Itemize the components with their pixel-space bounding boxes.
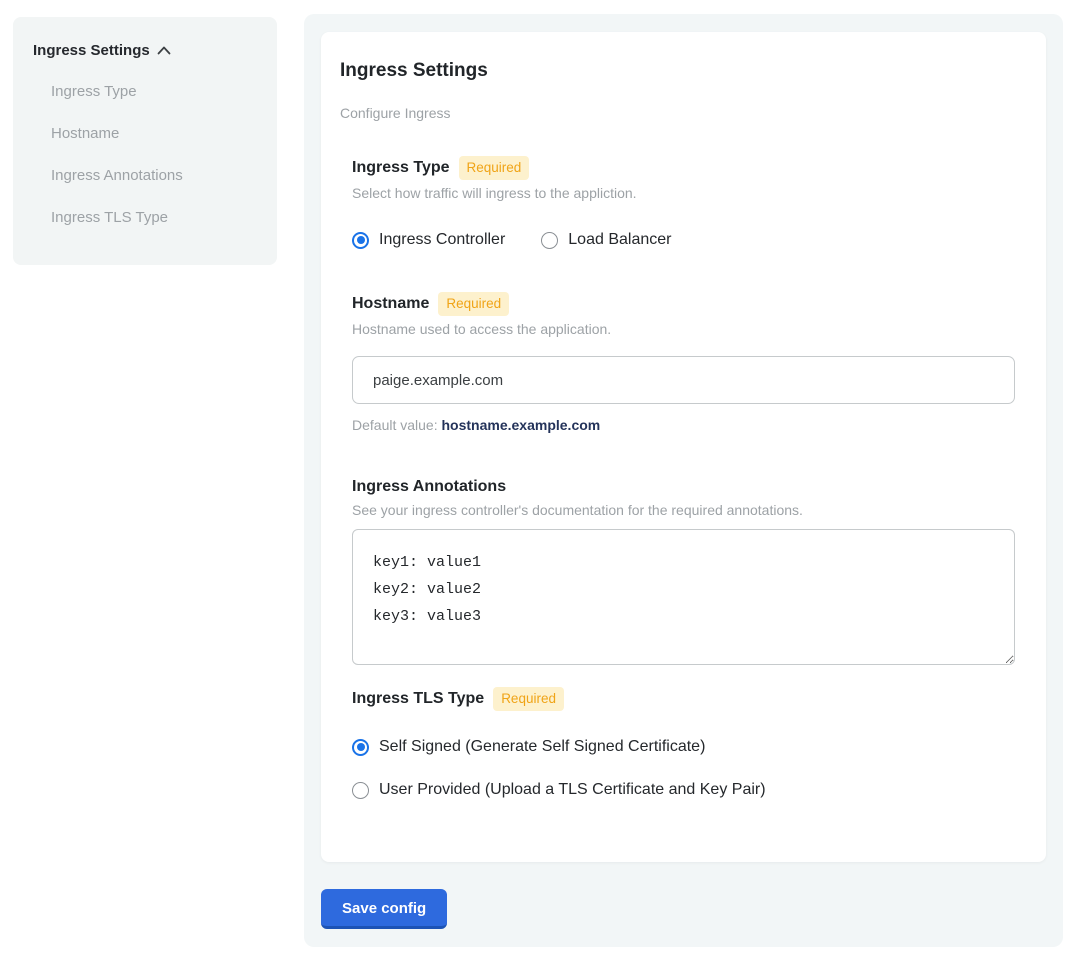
ingress-annotations-label: Ingress Annotations (352, 477, 506, 497)
radio-label: Load Balancer (568, 230, 671, 250)
sidebar-item-list: Ingress Type Hostname Ingress Annotation… (33, 83, 257, 227)
settings-sidebar: Ingress Settings Ingress Type Hostname I… (13, 17, 277, 265)
radio-label: User Provided (Upload a TLS Certificate … (379, 780, 766, 800)
ingress-annotations-textarea[interactable]: key1: value1 key2: value2 key3: value3 (352, 529, 1015, 665)
load-balancer-radio[interactable] (541, 232, 558, 249)
ingress-settings-card: Ingress Settings Configure Ingress Ingre… (321, 32, 1046, 862)
ingress-annotations-description: See your ingress controller's documentat… (352, 501, 1015, 519)
sidebar-item-ingress-annotations[interactable]: Ingress Annotations (33, 167, 257, 185)
save-config-button[interactable]: Save config (321, 889, 447, 929)
radio-option-self-signed[interactable]: Self Signed (Generate Self Signed Certif… (352, 737, 1015, 757)
default-value-link[interactable]: hostname.example.com (442, 417, 601, 433)
ingress-tls-type-label: Ingress TLS Type (352, 689, 484, 709)
radio-option-user-provided[interactable]: User Provided (Upload a TLS Certificate … (352, 780, 1015, 800)
user-provided-radio[interactable] (352, 782, 369, 799)
section-ingress-tls-type: Ingress TLS Type Required Self Signed (G… (352, 687, 1015, 800)
ingress-type-label: Ingress Type (352, 158, 450, 178)
radio-option-load-balancer[interactable]: Load Balancer (541, 230, 671, 250)
required-badge: Required (438, 292, 509, 316)
ingress-controller-radio[interactable] (352, 232, 369, 249)
section-ingress-type: Ingress Type Required Select how traffic… (352, 156, 1015, 250)
radio-option-ingress-controller[interactable]: Ingress Controller (352, 230, 505, 250)
sidebar-item-ingress-tls-type[interactable]: Ingress TLS Type (33, 209, 257, 227)
hostname-label: Hostname (352, 294, 429, 314)
sidebar-item-ingress-type[interactable]: Ingress Type (33, 83, 257, 101)
default-value-prefix: Default value: (352, 417, 442, 433)
sidebar-group-ingress-settings[interactable]: Ingress Settings (33, 42, 257, 59)
sidebar-item-hostname[interactable]: Hostname (33, 125, 257, 143)
hostname-input[interactable] (352, 356, 1015, 404)
radio-label: Self Signed (Generate Self Signed Certif… (379, 737, 705, 757)
ingress-settings-panel: Ingress Settings Configure Ingress Ingre… (304, 14, 1063, 947)
page-subtitle: Configure Ingress (340, 104, 1015, 122)
section-ingress-annotations: Ingress Annotations See your ingress con… (352, 477, 1015, 665)
required-badge: Required (459, 156, 530, 180)
ingress-type-radio-group: Ingress Controller Load Balancer (352, 230, 1015, 250)
required-badge: Required (493, 687, 564, 711)
ingress-type-description: Select how traffic will ingress to the a… (352, 184, 1015, 202)
hostname-description: Hostname used to access the application. (352, 320, 1015, 338)
self-signed-radio[interactable] (352, 739, 369, 756)
section-hostname: Hostname Required Hostname used to acces… (352, 292, 1015, 433)
page-title: Ingress Settings (340, 60, 1015, 82)
radio-label: Ingress Controller (379, 230, 505, 250)
ingress-tls-radio-group: Self Signed (Generate Self Signed Certif… (352, 737, 1015, 800)
hostname-default-line: Default value: hostname.example.com (352, 417, 1015, 433)
chevron-up-icon (157, 46, 171, 55)
sidebar-group-label: Ingress Settings (33, 42, 150, 59)
